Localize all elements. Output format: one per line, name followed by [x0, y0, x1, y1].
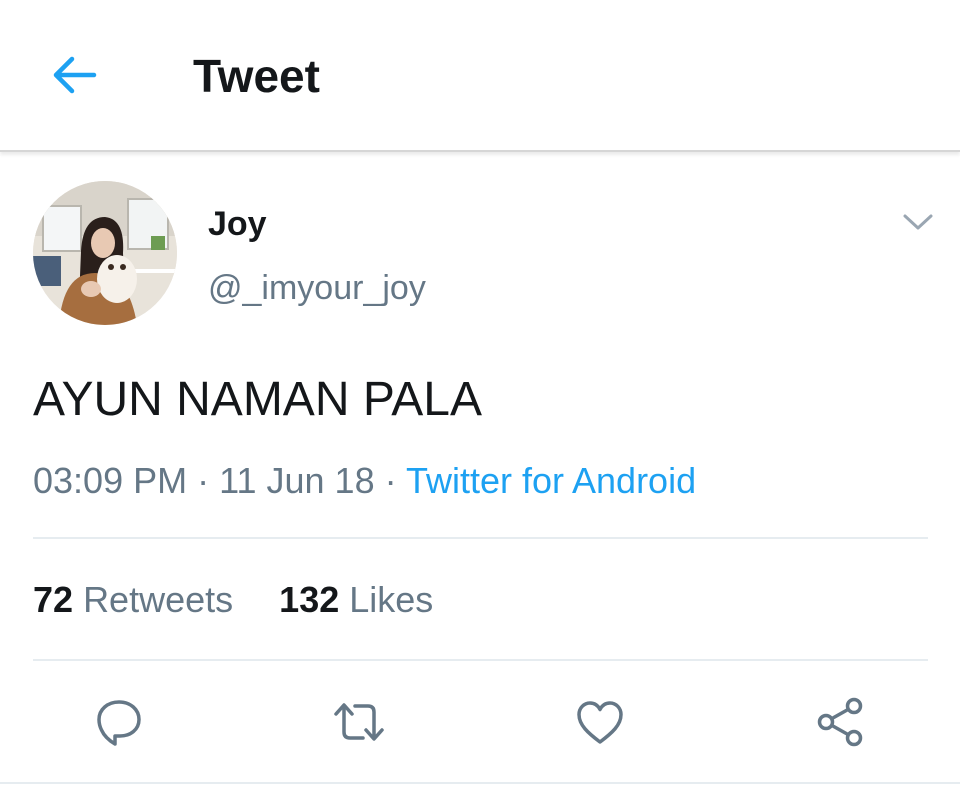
page-title: Tweet: [193, 50, 320, 102]
divider: [0, 782, 960, 784]
chevron-down-icon: [903, 214, 933, 230]
likes-label: Likes: [349, 579, 434, 620]
meta-separator: ·: [197, 460, 210, 501]
likes-count: 132: [279, 579, 340, 620]
tweet-date: 11 Jun 18: [219, 460, 375, 501]
retweet-icon: [334, 703, 384, 741]
tweet-action-bar: [0, 690, 960, 754]
tweet-stats: 72 Retweets 132 Likes: [33, 577, 433, 623]
heart-icon: [577, 701, 623, 744]
retweets-count: 72: [33, 579, 74, 620]
tweet-source-link[interactable]: Twitter for Android: [406, 460, 696, 501]
meta-separator: ·: [384, 460, 397, 501]
reply-icon: [97, 700, 141, 746]
divider: [33, 537, 928, 539]
back-button[interactable]: [44, 48, 104, 102]
retweet-button[interactable]: [327, 690, 391, 754]
author-handle[interactable]: @_imyour_joy: [208, 266, 426, 310]
retweets-label: Retweets: [83, 579, 234, 620]
like-button[interactable]: [568, 690, 632, 754]
author-display-name[interactable]: Joy: [208, 202, 267, 246]
tweet-time: 03:09 PM: [33, 460, 188, 501]
tweet-text: AYUN NAMAN PALA: [33, 373, 482, 426]
retweets-stat[interactable]: 72 Retweets: [33, 579, 233, 620]
share-icon: [817, 697, 863, 747]
avatar[interactable]: [33, 181, 177, 325]
app-header: Tweet: [0, 0, 960, 152]
reply-button[interactable]: [87, 690, 151, 754]
likes-stat[interactable]: 132 Likes: [279, 579, 433, 620]
tweet-menu-button[interactable]: [898, 204, 938, 240]
divider: [33, 659, 928, 661]
tweet-meta: 03:09 PM · 11 Jun 18 · Twitter for Andro…: [33, 458, 696, 504]
share-button[interactable]: [808, 690, 872, 754]
arrow-left-icon: [53, 56, 97, 94]
avatar-photo: [33, 181, 177, 325]
